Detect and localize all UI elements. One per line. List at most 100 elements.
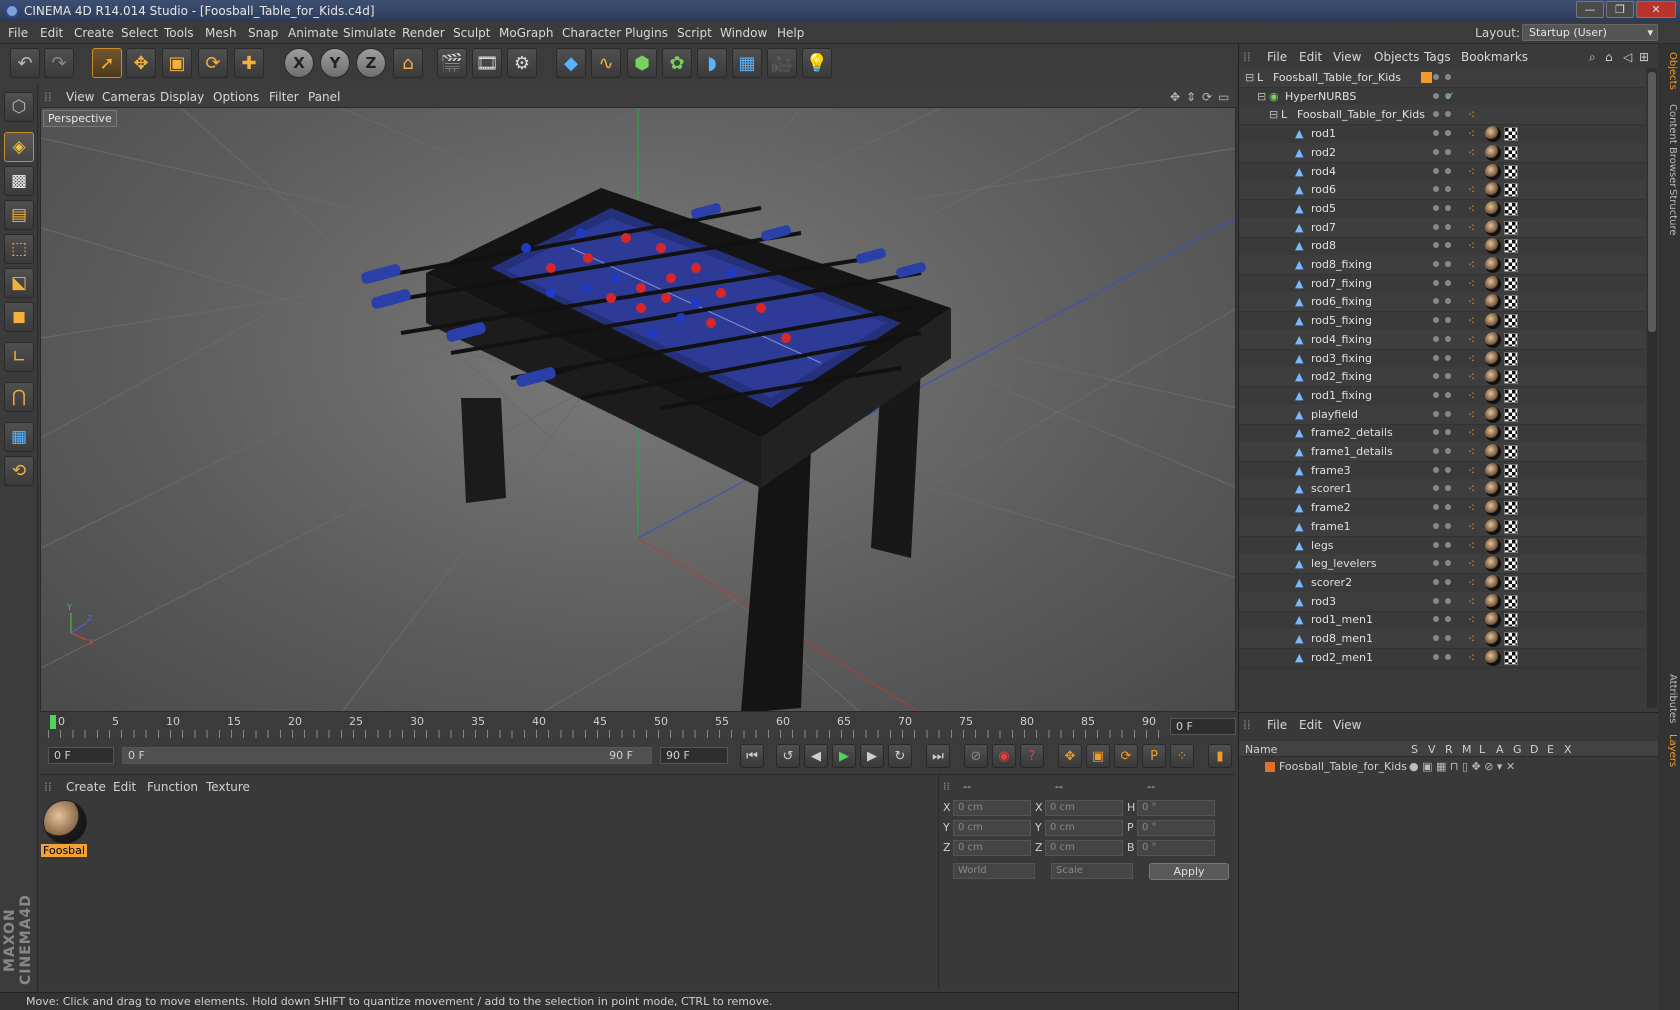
object-name[interactable]: rod8 bbox=[1311, 239, 1336, 252]
z-axis-lock-icon[interactable]: Z bbox=[356, 48, 386, 78]
phong-tag-icon[interactable]: ⁖ bbox=[1468, 147, 1480, 159]
maximize-button[interactable]: ❐ bbox=[1606, 1, 1634, 18]
close-button[interactable]: ✕ bbox=[1636, 1, 1676, 18]
uvw-tag-icon[interactable] bbox=[1504, 501, 1518, 516]
object-row[interactable]: ▲ playfield ⁖ bbox=[1239, 404, 1645, 425]
floor-scene-icon[interactable]: ▦ bbox=[732, 48, 762, 78]
object-name[interactable]: frame3 bbox=[1311, 464, 1351, 477]
menu-plugins[interactable]: Plugins bbox=[625, 26, 668, 40]
object-name[interactable]: legs bbox=[1311, 539, 1334, 552]
visibility-dots[interactable] bbox=[1433, 597, 1457, 606]
edges-mode-icon[interactable]: ⬕ bbox=[4, 268, 34, 298]
visibility-dots[interactable] bbox=[1433, 186, 1457, 194]
object-name[interactable]: rod3 bbox=[1311, 595, 1336, 608]
object-row[interactable]: ▲ rod3 ⁖ bbox=[1239, 591, 1645, 612]
object-name[interactable]: rod6 bbox=[1311, 183, 1336, 196]
uvw-tag-icon[interactable] bbox=[1504, 445, 1518, 459]
material-tag-icon[interactable] bbox=[1485, 369, 1501, 386]
material-tag-icon[interactable] bbox=[1485, 350, 1501, 367]
menu-mesh[interactable]: Mesh bbox=[205, 26, 237, 40]
object-name[interactable]: rod4 bbox=[1311, 165, 1336, 178]
material-tag-icon[interactable] bbox=[1485, 425, 1501, 442]
minimize-button[interactable]: — bbox=[1576, 1, 1604, 18]
uvw-tag-icon[interactable] bbox=[1504, 164, 1518, 179]
tab-layers[interactable]: Layers bbox=[1660, 734, 1678, 767]
menu-create[interactable]: Create bbox=[74, 26, 114, 40]
expand-toggle-icon[interactable]: ⊟ bbox=[1257, 91, 1268, 102]
mograph-cloner-icon[interactable]: ✿ bbox=[662, 48, 692, 78]
object-name[interactable]: rod8_men1 bbox=[1311, 632, 1373, 645]
material-tag-icon[interactable] bbox=[1485, 631, 1501, 647]
viewport-label[interactable]: Perspective bbox=[43, 110, 117, 127]
layer-color-swatch[interactable] bbox=[1265, 762, 1275, 772]
home-icon[interactable]: ⌂ bbox=[1605, 50, 1613, 64]
object-row[interactable]: ▲ rod2 ⁖ bbox=[1239, 142, 1645, 163]
workplane-lock-icon[interactable]: ▦ bbox=[4, 422, 34, 452]
uvw-tag-icon[interactable] bbox=[1504, 201, 1518, 216]
object-name[interactable]: rod5_fixing bbox=[1311, 314, 1372, 327]
object-row[interactable]: ▲ rod8_fixing ⁖ bbox=[1239, 255, 1645, 275]
material-tag-icon[interactable] bbox=[1485, 481, 1501, 498]
phong-tag-icon[interactable]: ⁖ bbox=[1468, 596, 1480, 608]
phong-tag-icon[interactable]: ⁖ bbox=[1468, 184, 1480, 196]
object-row[interactable]: ⊟ ◉ HyperNURBS ✓ bbox=[1239, 87, 1645, 107]
uvw-tag-icon[interactable] bbox=[1504, 463, 1518, 478]
enabled-check-icon[interactable]: ✓ bbox=[1445, 89, 1455, 103]
object-row[interactable]: ▲ rod1_fixing ⁖ bbox=[1239, 386, 1645, 406]
viewport-menu-options[interactable]: Options bbox=[213, 90, 259, 104]
object-row[interactable]: ▲ frame3 ⁖ bbox=[1239, 461, 1645, 481]
visibility-dots[interactable] bbox=[1433, 635, 1457, 643]
uvw-tag-icon[interactable] bbox=[1504, 426, 1518, 441]
cube-object-icon[interactable]: ◆ bbox=[556, 48, 586, 78]
layer-menu-file[interactable]: File bbox=[1267, 718, 1287, 732]
material-tag-icon[interactable] bbox=[1485, 574, 1501, 591]
objects-menu-tags[interactable]: Tags bbox=[1424, 50, 1451, 64]
uvw-tag-icon[interactable] bbox=[1504, 276, 1518, 291]
parameter-key-icon[interactable]: P bbox=[1142, 744, 1166, 768]
object-tree-scrollbar[interactable] bbox=[1647, 68, 1657, 708]
object-row[interactable]: ▲ scorer2 ⁖ bbox=[1239, 573, 1645, 593]
objects-menu-file[interactable]: File bbox=[1267, 50, 1287, 64]
phong-tag-icon[interactable]: ⁖ bbox=[1468, 203, 1480, 215]
object-row[interactable]: ▲ rod1_men1 ⁖ bbox=[1239, 610, 1645, 631]
object-name[interactable]: rod2 bbox=[1311, 146, 1336, 159]
object-name[interactable]: rod4_fixing bbox=[1311, 333, 1372, 346]
visibility-dots[interactable] bbox=[1433, 485, 1457, 493]
menu-tools[interactable]: Tools bbox=[164, 26, 194, 40]
menu-file[interactable]: File bbox=[8, 26, 28, 40]
pos-x-field[interactable]: 0 cm bbox=[953, 800, 1031, 816]
visibility-dots[interactable] bbox=[1433, 130, 1457, 138]
objects-menu-view[interactable]: View bbox=[1333, 50, 1361, 64]
visibility-dots[interactable] bbox=[1433, 522, 1457, 531]
material-preview-foosbal[interactable] bbox=[43, 800, 87, 844]
viewport-maximize-icon[interactable]: ▭ bbox=[1218, 90, 1229, 104]
layer-menu-view[interactable]: View bbox=[1333, 718, 1361, 732]
material-tag-icon[interactable] bbox=[1485, 556, 1501, 573]
material-tag-icon[interactable] bbox=[1485, 313, 1501, 330]
uvw-tag-icon[interactable] bbox=[1504, 351, 1518, 366]
frame-range-slider[interactable]: 0 F 90 F bbox=[122, 747, 652, 764]
rot-b-field[interactable]: 0 ° bbox=[1137, 840, 1215, 856]
object-row[interactable]: ▲ leg_levelers ⁖ bbox=[1239, 554, 1645, 575]
size-mode-select[interactable]: Scale bbox=[1051, 863, 1133, 879]
material-tag-icon[interactable] bbox=[1485, 387, 1501, 404]
object-row[interactable]: ▲ rod5 ⁖ bbox=[1239, 199, 1645, 219]
menu-sculpt[interactable]: Sculpt bbox=[453, 26, 490, 40]
phong-tag-icon[interactable]: ⁖ bbox=[1468, 296, 1480, 308]
previous-frame-icon[interactable]: ◀ bbox=[804, 744, 828, 768]
object-name[interactable]: leg_levelers bbox=[1311, 557, 1376, 570]
workplane-mode-icon[interactable]: ▤ bbox=[4, 200, 34, 230]
object-name[interactable]: rod1_fixing bbox=[1311, 389, 1372, 402]
visibility-dots[interactable] bbox=[1433, 261, 1457, 269]
visibility-dots[interactable] bbox=[1433, 223, 1457, 232]
visibility-dots[interactable] bbox=[1433, 410, 1457, 419]
visibility-dots[interactable] bbox=[1433, 391, 1457, 400]
material-menu-edit[interactable]: Edit bbox=[113, 780, 136, 794]
uvw-tag-icon[interactable] bbox=[1504, 632, 1518, 646]
object-row[interactable]: ⊟ L Foosball_Table_for_Kids bbox=[1239, 68, 1645, 88]
material-tag-icon[interactable] bbox=[1485, 294, 1501, 311]
phong-tag-icon[interactable]: ⁖ bbox=[1468, 334, 1480, 346]
visibility-dots[interactable] bbox=[1433, 504, 1457, 512]
point-level-key-icon[interactable]: ⁘ bbox=[1170, 744, 1194, 768]
object-row[interactable]: ▲ rod8 ⁖ bbox=[1239, 236, 1645, 257]
